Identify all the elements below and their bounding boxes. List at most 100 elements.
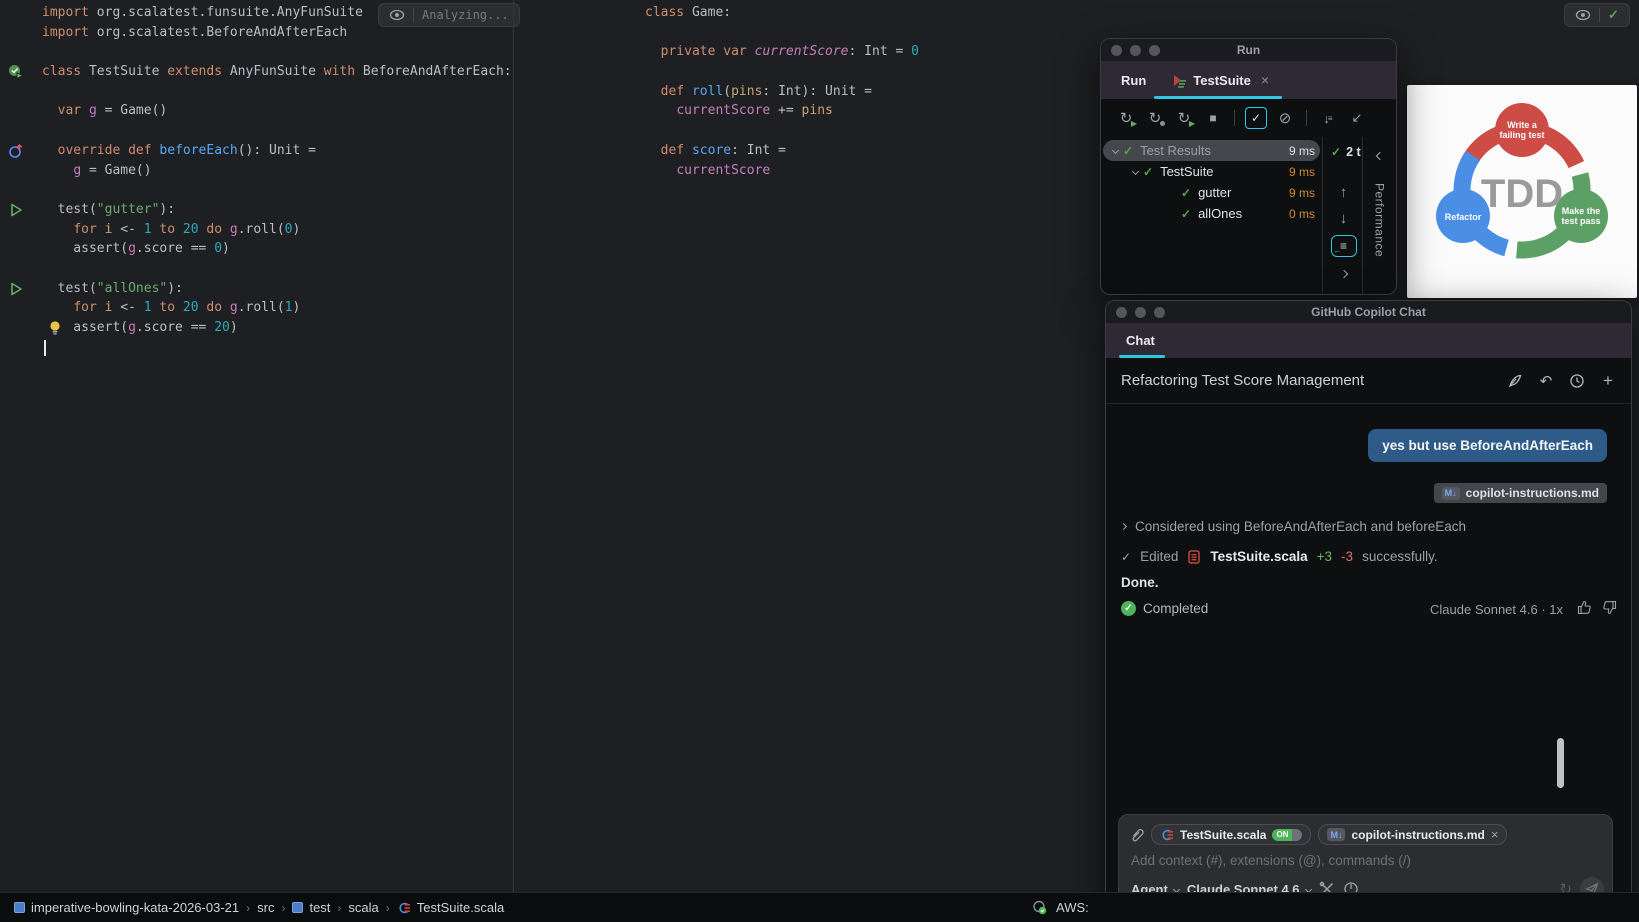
code-line[interactable]: [514, 23, 1639, 43]
code-line[interactable]: g = Game(): [0, 161, 513, 181]
history-icon[interactable]: [1568, 372, 1586, 390]
code-line[interactable]: override def beforeEach(): Unit =: [0, 141, 513, 161]
code-line[interactable]: private var currentScore: Int = 0: [514, 42, 1639, 62]
scalatest-icon: [1172, 73, 1187, 88]
code-line[interactable]: for i <- 1 to 20 do g.roll(1): [0, 298, 513, 318]
tab-testsuite[interactable]: TestSuite ×: [1172, 61, 1269, 99]
eye-icon[interactable]: [1575, 9, 1591, 21]
scala-file-icon: [1187, 549, 1201, 564]
previous-failed-test-button[interactable]: ↑: [1331, 179, 1357, 205]
status-bar: imperative-bowling-kata-2026-03-21 › src › t…: [0, 892, 1639, 922]
rerun-button[interactable]: ↻ ▶: [1115, 107, 1137, 129]
code-line[interactable]: assert(g.score == 20): [0, 318, 513, 338]
import-results-button[interactable]: ↙: [1346, 107, 1368, 129]
scala-file-icon: [397, 901, 411, 915]
performance-stripe: Performance: [1362, 137, 1396, 294]
code-line[interactable]: class Game:: [514, 3, 1639, 23]
sort-tests-button[interactable]: ↓ ≡: [1317, 107, 1339, 129]
tree-chevron-icon[interactable]: [1107, 146, 1123, 155]
performance-tab[interactable]: Performance: [1373, 183, 1387, 257]
scala-file-icon: [1160, 828, 1174, 842]
breadcrumb-item[interactable]: imperative-bowling-kata-2026-03-21: [14, 900, 239, 915]
undo-icon[interactable]: ↶: [1537, 372, 1555, 390]
context-chip-file[interactable]: TestSuite.scala ON: [1151, 824, 1312, 845]
test-tree-row[interactable]: ✓ gutter 9 ms: [1101, 182, 1322, 203]
breadcrumb-item[interactable]: scala: [348, 900, 378, 915]
copilot-window-titlebar[interactable]: GitHub Copilot Chat: [1106, 301, 1631, 323]
code-line[interactable]: [0, 259, 513, 279]
eye-icon[interactable]: [389, 9, 405, 21]
remove-chip-icon[interactable]: ×: [1491, 827, 1499, 842]
thumbs-up-icon[interactable]: [1577, 600, 1592, 615]
left-inspection-widget: Analyzing...: [378, 3, 520, 27]
considered-row[interactable]: Considered using BeforeAndAfterEach and …: [1119, 519, 1466, 534]
divider: [1306, 110, 1307, 126]
code-line[interactable]: var g = Game(): [0, 101, 513, 121]
attach-icon[interactable]: [1129, 827, 1144, 843]
runtest-gutter-icon[interactable]: [8, 202, 24, 218]
show-passed-toggle[interactable]: ✓: [1245, 107, 1267, 129]
edited-file-row[interactable]: ✓ Edited TestSuite.scala +3 -3 successfu…: [1121, 549, 1438, 564]
code-line[interactable]: assert(g.score == 0): [0, 239, 513, 259]
code-line[interactable]: [514, 62, 1639, 82]
track-running-test-toggle[interactable]: ≡ ←: [1330, 235, 1357, 257]
bulb-gutter-icon[interactable]: [48, 320, 64, 336]
completed-row: ✓ Completed: [1121, 601, 1208, 616]
divider: [1599, 8, 1600, 22]
svg-text:Make the: Make the: [1562, 206, 1601, 216]
test-tree-row[interactable]: ✓ allOnes 0 ms: [1101, 203, 1322, 224]
new-chat-icon[interactable]: +: [1599, 371, 1617, 390]
rerun-auto-button[interactable]: ↻ ▶: [1173, 107, 1195, 129]
quill-icon[interactable]: [1506, 372, 1524, 390]
code-line[interactable]: [0, 338, 513, 358]
test-tree-row[interactable]: ✓ Test Results 9 ms: [1101, 140, 1322, 161]
status-widget-icon[interactable]: [1032, 900, 1047, 915]
left-editor-pane[interactable]: import org.scalatest.funsuite.AnyFunSuit…: [0, 0, 520, 892]
breadcrumb-item[interactable]: TestSuite.scala: [397, 900, 504, 915]
code-line[interactable]: [0, 82, 513, 102]
runtest-gutter-icon[interactable]: [8, 281, 24, 297]
next-failed-test-button[interactable]: ↓: [1331, 205, 1357, 231]
inspections-ok-icon[interactable]: ✓: [1608, 7, 1619, 23]
collapse-stripe-icon[interactable]: [1367, 143, 1393, 169]
context-on-toggle[interactable]: ON: [1272, 828, 1303, 841]
tab-chat[interactable]: Chat: [1126, 333, 1155, 348]
done-message: Done.: [1121, 575, 1159, 590]
test-node-label: gutter: [1198, 185, 1232, 200]
runclass-gutter-icon[interactable]: [8, 64, 24, 80]
code-line[interactable]: for i <- 1 to 20 do g.roll(0): [0, 220, 513, 240]
conversation-header: Refactoring Test Score Management ↶ +: [1106, 358, 1631, 404]
chat-scrollbar[interactable]: [1557, 738, 1564, 788]
code-line[interactable]: [0, 121, 513, 141]
context-chip-md[interactable]: M↓ copilot-instructions.md ×: [1318, 824, 1508, 845]
conversation-title: Refactoring Test Score Management: [1121, 372, 1365, 389]
override-gutter-icon[interactable]: [8, 143, 24, 159]
copilot-chat-window: GitHub Copilot Chat Chat Refactoring Tes…: [1105, 300, 1632, 922]
user-message-bubble: yes but use BeforeAndAfterEach: [1368, 429, 1607, 462]
tree-chevron-icon[interactable]: [1127, 167, 1143, 176]
code-line[interactable]: [0, 42, 513, 62]
markdown-icon: M↓: [1441, 486, 1460, 500]
aws-status-label[interactable]: AWS:: [1056, 900, 1089, 915]
code-line[interactable]: class TestSuite extends AnyFunSuite with…: [0, 62, 513, 82]
run-window-titlebar[interactable]: Run: [1101, 39, 1396, 61]
breadcrumb-item[interactable]: test: [292, 900, 330, 915]
rerun-failed-button[interactable]: ↻: [1144, 107, 1166, 129]
message-attachment-chip[interactable]: M↓ copilot-instructions.md: [1433, 483, 1607, 503]
test-tree-row[interactable]: ✓ TestSuite 9 ms: [1101, 161, 1322, 182]
thumbs-down-icon[interactable]: [1602, 600, 1617, 615]
ide-root: import org.scalatest.funsuite.AnyFunSuit…: [0, 0, 1639, 922]
test-passed-icon: ✓: [1123, 143, 1134, 158]
stop-button[interactable]: ■: [1202, 107, 1224, 129]
code-line[interactable]: test("gutter"):: [0, 200, 513, 220]
expand-icon[interactable]: [1119, 522, 1128, 531]
test-duration: 9 ms: [1288, 143, 1315, 158]
code-line[interactable]: [0, 180, 513, 200]
show-ignored-toggle[interactable]: ⊘: [1274, 107, 1296, 129]
breadcrumb-item[interactable]: src: [257, 900, 274, 915]
code-line[interactable]: test("allOnes"):: [0, 279, 513, 299]
close-tab-icon[interactable]: ×: [1261, 72, 1269, 88]
run-tabstrip: Run TestSuite ×: [1101, 61, 1396, 99]
expand-rail-icon[interactable]: [1331, 261, 1357, 287]
chat-input-placeholder[interactable]: Add context (#), extensions (@), command…: [1131, 853, 1411, 868]
